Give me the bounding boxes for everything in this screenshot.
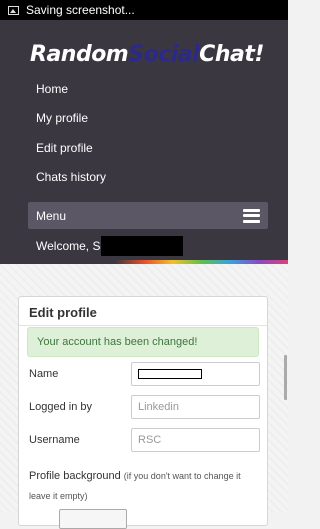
logo[interactable]: RandomSocialChat! [30,40,264,70]
username-field[interactable]: RSC [131,428,260,452]
status-text: Saving screenshot... [26,3,135,17]
nav-item-my-profile[interactable]: My profile [28,104,268,134]
logo-part-random: Random [30,42,129,67]
profile-background-label: Profile background (if you don't want to… [29,466,259,506]
username-label: Username [29,434,80,446]
redacted-name [138,369,202,379]
welcome-message: Welcome, S [36,236,184,256]
nav-item-chats-history[interactable]: Chats history [28,163,268,193]
status-bar: Saving screenshot... [0,0,288,20]
nav-item-home[interactable]: Home [28,74,268,104]
menu-label: Menu [36,208,67,223]
image-icon [8,5,19,15]
app-header: RandomSocialChat! Home My profile Edit p… [0,20,288,260]
scrollbar[interactable] [284,355,287,400]
redacted-username [101,236,184,256]
menu-toggle-bar[interactable]: Menu [28,202,268,229]
welcome-text: Welcome, S [36,239,101,253]
success-alert: Your account has been changed! [27,327,259,357]
logged-in-by-label: Logged in by [29,401,92,413]
nav-item-edit-profile[interactable]: Edit profile [28,133,268,163]
card-divider [19,325,267,326]
logo-part-social: Social [128,42,200,67]
logged-in-by-field[interactable]: Linkedin [131,395,260,419]
name-field[interactable] [131,362,260,386]
logo-part-chat: Chat! [199,42,264,67]
hamburger-icon[interactable] [243,208,260,223]
profile-background-title: Profile background [29,470,121,482]
edit-profile-card: Edit profile Your account has been chang… [18,296,268,529]
card-title: Edit profile [29,305,97,320]
file-chooser-button[interactable] [59,509,127,529]
name-label: Name [29,368,59,380]
nav-menu: Home My profile Edit profile Chats histo… [28,74,268,222]
